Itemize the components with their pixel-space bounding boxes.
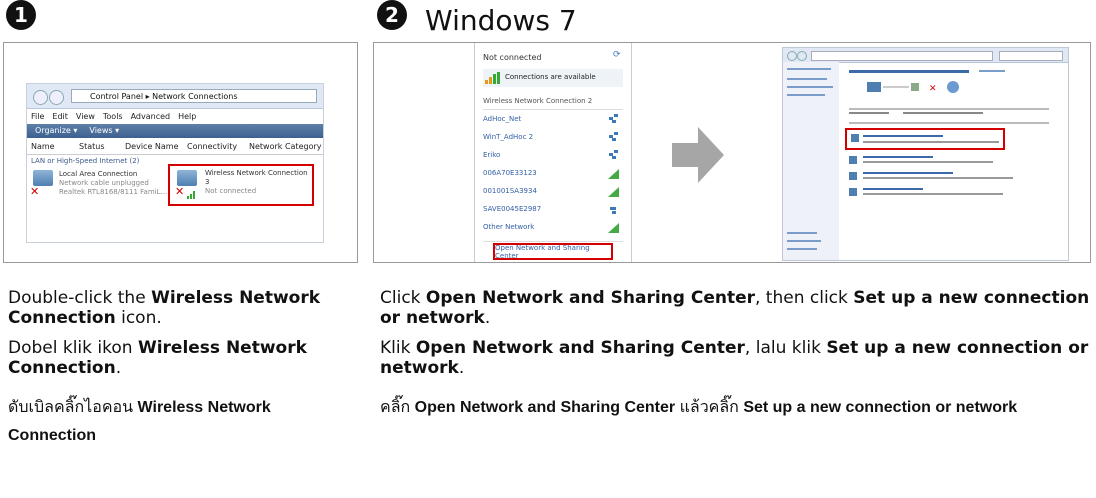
active-networks-label — [849, 112, 889, 114]
toolbar: Organize ▾ Views ▾ — [27, 124, 323, 138]
col-device-name[interactable]: Device Name — [125, 142, 179, 151]
signal-strength-icon — [485, 72, 500, 84]
nsc-breadcrumb[interactable] — [811, 51, 993, 61]
signal-bars-icon — [187, 186, 197, 199]
sidebar-link[interactable] — [787, 240, 821, 242]
step-2-number: 2 — [377, 0, 407, 30]
step-2-heading: Windows 7 — [425, 4, 577, 37]
nsc-sidebar — [783, 62, 839, 260]
divider — [849, 108, 1049, 110]
sidebar-link[interactable] — [787, 94, 825, 96]
col-connectivity[interactable]: Connectivity — [187, 142, 237, 151]
network-item-1[interactable]: AdHoc_Net — [483, 115, 521, 123]
homegroup-icon — [849, 172, 857, 180]
sidebar-link[interactable] — [787, 232, 817, 234]
network-item-3[interactable]: Eriko — [483, 151, 500, 159]
views-button[interactable]: Views ▾ — [89, 124, 119, 138]
step-2-instruction-en: Click Open Network and Sharing Center, t… — [380, 288, 1090, 328]
see-full-map-link[interactable] — [979, 70, 1005, 72]
network-item-7[interactable]: Other Network — [483, 223, 534, 231]
menu-help[interactable]: Help — [178, 112, 196, 121]
open-network-sharing-center-button[interactable]: Open Network and Sharing Center — [493, 243, 613, 260]
troubleshoot-desc — [863, 193, 1003, 195]
col-name[interactable]: Name — [31, 142, 55, 151]
arrow-right-icon — [672, 127, 724, 183]
divider — [849, 122, 1049, 124]
step-2-screenshot: Not connected ⟳ Connections are availabl… — [373, 42, 1091, 263]
wireless-connection-number: 3 — [205, 178, 210, 186]
col-network-category[interactable]: Network Category — [249, 142, 322, 151]
step-1-instruction-id: Dobel klik ikon Wireless Network Connect… — [8, 338, 307, 378]
setup-connection-icon — [851, 134, 859, 142]
menu-tools[interactable]: Tools — [103, 112, 123, 121]
organize-button[interactable]: Organize ▾ — [35, 124, 77, 138]
step-1-instruction-en: Double-click the Wireless Network Connec… — [8, 288, 321, 328]
column-headers: Name Status Device Name Connectivity Net… — [27, 142, 323, 155]
wireless-connection-status: Not connected — [205, 187, 257, 195]
network-item-6[interactable]: SAVE0045E2987 — [483, 205, 541, 213]
troubleshoot-icon — [849, 188, 857, 196]
step-2-instruction-id: Klik Open Network and Sharing Center, la… — [380, 338, 1089, 378]
available-banner: Connections are available — [483, 69, 623, 87]
col-status[interactable]: Status — [79, 142, 105, 151]
menu-advanced[interactable]: Advanced — [131, 112, 171, 121]
network-signal-icons — [608, 114, 619, 233]
network-item-5[interactable]: 001001SA3934 — [483, 187, 537, 195]
not-connected-text — [903, 112, 983, 114]
sidebar-link[interactable] — [787, 86, 833, 88]
homegroup-link[interactable] — [863, 172, 953, 174]
menu-bar: File Edit View Tools Advanced Help — [31, 112, 321, 121]
step-1-number: 1 — [6, 0, 36, 30]
network-flyout: Not connected ⟳ Connections are availabl… — [474, 43, 632, 262]
network-item-4[interactable]: 006A70E33123 — [483, 169, 537, 177]
step-1-instruction-th: ดับเบิลคลิ๊กไอคอน Wireless Network Connec… — [8, 399, 271, 444]
nsc-search-input[interactable] — [999, 51, 1063, 61]
set-up-new-connection-highlight[interactable] — [845, 128, 1005, 150]
menu-file[interactable]: File — [31, 112, 44, 121]
setup-desc — [863, 141, 999, 143]
connect-network-link[interactable] — [863, 156, 933, 158]
local-connection-title: Local Area Connection — [59, 170, 138, 178]
sidebar-link[interactable] — [787, 78, 827, 80]
address-bar: Control Panel ▸ Network Connections — [27, 84, 323, 109]
nsc-address-bar — [783, 48, 1068, 63]
network-map: ✕ — [867, 81, 959, 94]
nsc-heading — [849, 70, 969, 73]
step-2-instruction-th: คลิ๊ก Open Network and Sharing Center แล… — [380, 399, 1018, 416]
section-divider — [483, 109, 623, 110]
breadcrumb[interactable]: Control Panel ▸ Network Connections — [71, 89, 317, 103]
local-connection-device: Realtek RTL8168/8111 FamiL... — [59, 188, 168, 196]
back-icon[interactable] — [33, 90, 48, 105]
connect-network-desc — [863, 161, 993, 163]
troubleshoot-link[interactable] — [863, 188, 923, 190]
local-connection-status: Network cable unplugged — [59, 179, 149, 187]
forward-icon[interactable] — [49, 90, 64, 105]
network-connections-window: Control Panel ▸ Network Connections File… — [26, 83, 324, 243]
network-sharing-center-window: ✕ — [782, 47, 1069, 261]
wireless-x-icon: ✕ — [175, 185, 185, 198]
homegroup-desc — [863, 177, 1013, 179]
wireless-connection-title: Wireless Network Connection — [205, 169, 308, 177]
nsc-forward-icon[interactable] — [797, 51, 807, 61]
group-label: LAN or High-Speed Internet (2) — [31, 157, 140, 165]
connect-network-icon — [849, 156, 857, 164]
section-title: Wireless Network Connection 2 — [483, 97, 593, 105]
available-text: Connections are available — [505, 73, 596, 81]
flyout-status: Not connected — [483, 53, 542, 62]
network-item-2[interactable]: WinT_AdHoc 2 — [483, 133, 533, 141]
refresh-icon[interactable]: ⟳ — [613, 50, 621, 60]
local-connection-icon[interactable] — [33, 170, 53, 186]
disconnected-x-icon: ✕ — [30, 185, 40, 198]
sidebar-link[interactable] — [787, 68, 831, 70]
nsc-back-icon[interactable] — [787, 51, 797, 61]
menu-edit[interactable]: Edit — [52, 112, 68, 121]
footer-divider — [483, 241, 623, 242]
setup-link[interactable] — [863, 135, 943, 137]
menu-view[interactable]: View — [76, 112, 95, 121]
sidebar-link[interactable] — [787, 248, 817, 250]
svg-text:✕: ✕ — [929, 84, 937, 94]
wireless-connection-icon[interactable] — [177, 170, 197, 186]
step-1-screenshot: Control Panel ▸ Network Connections File… — [3, 42, 358, 263]
